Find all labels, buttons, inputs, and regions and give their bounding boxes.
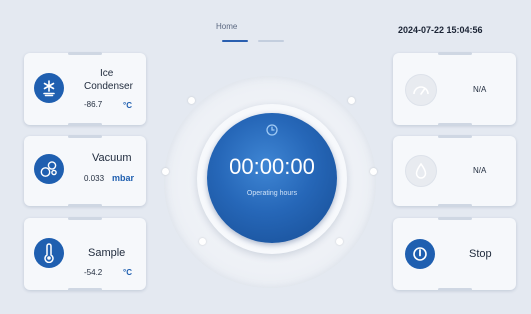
card-tab-bottom — [437, 123, 472, 126]
card-tab-bottom — [437, 288, 472, 291]
gauge-card[interactable]: N/A — [393, 52, 516, 126]
ring-dot — [336, 238, 343, 245]
vacuum-bubbles-icon — [34, 154, 64, 184]
stop-card[interactable]: Stop — [393, 217, 516, 291]
ring-dot — [348, 97, 355, 104]
card-tab-bottom — [68, 204, 102, 207]
snowflake-icon — [34, 73, 64, 103]
water-drop-icon — [405, 155, 437, 187]
clock-icon — [265, 123, 279, 137]
drop-value: N/A — [473, 166, 487, 175]
sample-unit: °C — [123, 268, 132, 277]
ice-label-line2: Condenser — [84, 81, 133, 92]
sample-label: Sample — [88, 247, 126, 259]
ring-dot — [199, 238, 206, 245]
gauge-value: N/A — [473, 85, 487, 94]
sample-card[interactable]: Sample -54.2 °C — [24, 217, 146, 291]
thermometer-icon — [34, 238, 64, 268]
gauge-icon — [405, 74, 437, 106]
card-tab-top — [437, 52, 472, 55]
datetime-display: 2024-07-22 15:04:56 — [398, 25, 483, 35]
tab-home[interactable]: Home — [216, 22, 237, 31]
top-bar: Home 2024-07-22 15:04:56 — [0, 0, 531, 46]
ice-value: -86.7 — [84, 100, 103, 109]
vacuum-card[interactable]: Vacuum 0.033 mbar — [24, 135, 146, 207]
stop-label[interactable]: Stop — [469, 248, 492, 260]
vacuum-unit: mbar — [112, 173, 135, 183]
sample-value: -54.2 — [84, 268, 103, 277]
tab-indicator-inactive[interactable] — [258, 40, 284, 42]
card-tab-top — [437, 217, 472, 220]
card-tab-bottom — [68, 123, 102, 126]
tab-indicator-active — [222, 40, 248, 42]
ice-condenser-card[interactable]: Ice Condenser -86.7 °C — [24, 52, 146, 126]
ring-dot — [370, 168, 377, 175]
ice-unit: °C — [123, 101, 132, 110]
vacuum-value: 0.033 — [84, 174, 105, 183]
ring-dot — [162, 168, 169, 175]
card-tab-top — [437, 135, 472, 138]
ring-dot — [188, 97, 195, 104]
card-tab-bottom — [68, 288, 102, 291]
timer-value: 00:00:00 — [229, 154, 315, 179]
vacuum-label: Vacuum — [92, 152, 132, 164]
power-icon[interactable] — [405, 239, 435, 269]
timer-caption: Operating hours — [246, 190, 298, 197]
ice-label-line1: Ice — [100, 68, 114, 79]
card-tab-top — [68, 135, 102, 138]
card-tab-top — [68, 217, 102, 220]
card-tab-top — [68, 52, 102, 55]
drop-card[interactable]: N/A — [393, 135, 516, 207]
card-tab-bottom — [437, 204, 472, 207]
